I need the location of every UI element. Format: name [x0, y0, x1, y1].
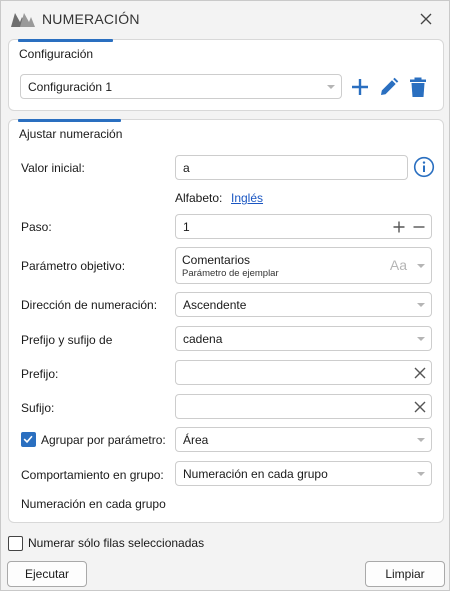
- config-select-value: Configuración 1: [28, 80, 113, 94]
- group-by-value: Área: [183, 433, 209, 447]
- direction-select[interactable]: Ascendente: [175, 292, 432, 317]
- target-param-value: Comentarios: [182, 253, 251, 267]
- group-by-label: Agrupar por parámetro:: [41, 433, 166, 447]
- prefix-label: Prefijo:: [21, 367, 59, 381]
- numbering-tab-indicator: [18, 119, 121, 122]
- prefix-suffix-of-select[interactable]: cadena: [175, 326, 432, 351]
- clear-icon[interactable]: [414, 367, 426, 379]
- chevron-down-icon: [417, 438, 425, 442]
- window-title: NUMERACIÓN: [42, 11, 140, 27]
- direction-label: Dirección de numeración:: [21, 298, 158, 312]
- initial-value-label: Valor inicial:: [21, 161, 85, 175]
- target-param-label: Parámetro objetivo:: [21, 259, 126, 273]
- run-button[interactable]: Ejecutar: [7, 561, 87, 587]
- chevron-down-icon: [417, 337, 425, 341]
- target-param-sub: Parámetro de ejemplar: [182, 268, 279, 279]
- clear-button[interactable]: Limpiar: [365, 561, 445, 587]
- suffix-label: Sufijo:: [21, 401, 55, 415]
- group-by-checkbox[interactable]: [21, 432, 36, 447]
- close-icon[interactable]: [417, 10, 435, 28]
- increment-icon[interactable]: [393, 221, 405, 233]
- config-panel: Configuración Configuración 1: [8, 39, 444, 111]
- alphabet-link[interactable]: Inglés: [231, 191, 263, 205]
- prefix-input[interactable]: [175, 360, 432, 385]
- group-behavior-label: Comportamiento en grupo:: [21, 468, 164, 482]
- step-input[interactable]: 1: [175, 214, 432, 239]
- chevron-down-icon: [327, 85, 335, 89]
- checkmark-icon: [23, 435, 33, 444]
- app-logo-icon: [11, 13, 35, 27]
- initial-value-text: a: [183, 161, 190, 175]
- step-label: Paso:: [21, 220, 52, 234]
- info-icon[interactable]: [413, 156, 435, 178]
- chevron-down-icon: [417, 303, 425, 307]
- group-behavior-value: Numeración en cada grupo: [183, 467, 328, 481]
- numbering-panel: Ajustar numeración Valor inicial: a Alfa…: [8, 119, 444, 523]
- direction-value: Ascendente: [183, 298, 247, 312]
- config-select[interactable]: Configuración 1: [20, 74, 342, 99]
- group-behavior-select[interactable]: Numeración en cada grupo: [175, 461, 432, 486]
- prefix-suffix-of-value: cadena: [183, 332, 223, 346]
- alphabet-label: Alfabeto:: [175, 191, 223, 205]
- only-selected-checkbox[interactable]: [8, 536, 23, 551]
- chevron-down-icon: [417, 264, 425, 268]
- decrement-icon[interactable]: [413, 221, 425, 233]
- trash-icon[interactable]: [407, 76, 429, 98]
- group-note: Numeración en cada grupo: [21, 497, 166, 511]
- title-bar: NUMERACIÓN: [1, 1, 449, 37]
- group-by-select[interactable]: Área: [175, 427, 432, 452]
- step-value: 1: [183, 220, 190, 234]
- numbering-section-title: Ajustar numeración: [19, 127, 123, 141]
- chevron-down-icon: [417, 472, 425, 476]
- numbering-dialog: NUMERACIÓN Configuración Configuración 1…: [0, 0, 450, 591]
- config-tab-indicator: [18, 39, 113, 42]
- initial-value-input[interactable]: a: [175, 155, 408, 180]
- config-section-title: Configuración: [19, 47, 94, 61]
- pencil-icon[interactable]: [378, 76, 400, 98]
- target-param-select[interactable]: Comentarios Parámetro de ejemplar Aa: [175, 247, 432, 284]
- type-badge: Aa: [389, 257, 407, 273]
- suffix-input[interactable]: [175, 394, 432, 419]
- only-selected-label: Numerar sólo filas seleccionadas: [28, 536, 205, 550]
- plus-icon[interactable]: [349, 76, 371, 98]
- prefix-suffix-of-label: Prefijo y sufijo de: [21, 333, 113, 347]
- clear-icon[interactable]: [414, 401, 426, 413]
